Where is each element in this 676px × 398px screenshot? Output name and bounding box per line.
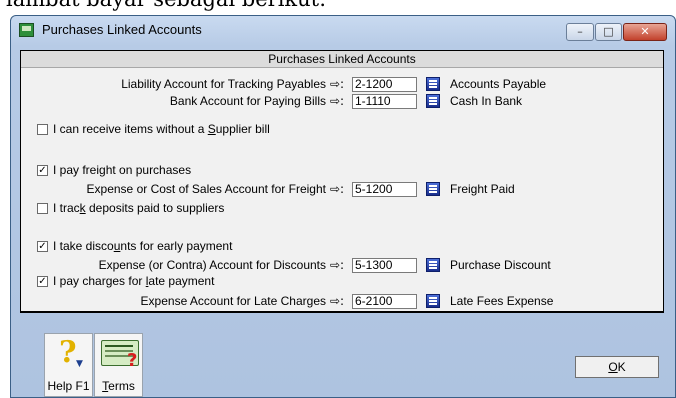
late-charges-account-field[interactable]: 6-2100 xyxy=(352,294,417,309)
bank-account-name: Cash In Bank xyxy=(450,94,523,108)
content-frame: Purchases Linked Accounts Liability Acco… xyxy=(20,50,664,313)
freight-label: Expense or Cost of Sales Account for Fre… xyxy=(86,182,326,196)
arrow-icon: ⇨: xyxy=(330,94,345,108)
list-lookup-icon[interactable] xyxy=(426,294,440,308)
late-charges-label: Expense Account for Late Charges xyxy=(140,294,326,308)
maximize-button[interactable]: □ xyxy=(595,23,622,41)
track-deposits-label: I track deposits paid to suppliers xyxy=(53,201,225,215)
app-icon xyxy=(19,23,34,37)
list-lookup-icon[interactable] xyxy=(426,258,440,272)
discount-label: Expense (or Contra) Account for Discount… xyxy=(98,258,326,272)
pay-freight-label: I pay freight on purchases xyxy=(53,163,192,177)
help-button[interactable]: ? ▼ Help F1 xyxy=(44,333,93,397)
no-supplier-bill-checkbox[interactable] xyxy=(37,124,48,135)
panel-header: Purchases Linked Accounts xyxy=(21,51,663,68)
freight-account-name: Freight Paid xyxy=(450,182,515,196)
terms-button[interactable]: ? Terms xyxy=(94,333,143,397)
window-title: Purchases Linked Accounts xyxy=(42,22,202,37)
purchases-linked-accounts-window: Purchases Linked Accounts – □ ✕ Purchase… xyxy=(10,15,676,398)
ok-button[interactable]: OK xyxy=(575,356,659,378)
list-lookup-icon[interactable] xyxy=(426,77,440,91)
terms-button-label: Terms xyxy=(102,379,135,393)
arrow-icon: ⇨: xyxy=(330,294,345,308)
background-caption: lambat bayar sebagai berikut: xyxy=(6,0,326,11)
discount-account-field[interactable]: 5-1300 xyxy=(352,258,417,273)
bottom-toolbar: ? ▼ Help F1 ? Terms OK xyxy=(11,321,675,397)
question-mark-icon: ? xyxy=(127,350,138,371)
bank-label: Bank Account for Paying Bills xyxy=(169,94,326,108)
question-mark-icon: ? xyxy=(59,335,77,370)
track-deposits-checkbox[interactable] xyxy=(37,203,48,214)
dropdown-caret-icon: ▼ xyxy=(76,359,83,369)
pay-freight-checkbox[interactable]: ✓ xyxy=(37,165,48,176)
title-bar[interactable]: Purchases Linked Accounts – □ ✕ xyxy=(11,16,675,46)
take-discounts-label: I take discounts for early payment xyxy=(53,239,233,253)
liability-label: Liability Account for Tracking Payables xyxy=(121,77,326,91)
pay-late-charges-label: I pay charges for late payment xyxy=(53,274,215,288)
freight-account-field[interactable]: 5-1200 xyxy=(352,182,417,197)
late-charges-account-name: Late Fees Expense xyxy=(450,294,554,308)
bank-account-field[interactable]: 1-1110 xyxy=(352,94,417,109)
linked-accounts-panel: Purchases Linked Accounts Liability Acco… xyxy=(21,51,663,311)
list-lookup-icon[interactable] xyxy=(426,94,440,108)
list-lookup-icon[interactable] xyxy=(426,182,440,196)
arrow-icon: ⇨: xyxy=(330,182,345,196)
liability-account-field[interactable]: 2-1200 xyxy=(352,77,417,92)
discount-account-name: Purchase Discount xyxy=(450,258,551,272)
take-discounts-checkbox[interactable]: ✓ xyxy=(37,241,48,252)
help-button-label: Help F1 xyxy=(47,379,90,393)
arrow-icon: ⇨: xyxy=(330,77,345,91)
pay-late-charges-checkbox[interactable]: ✓ xyxy=(37,276,48,287)
minimize-button[interactable]: – xyxy=(566,23,594,41)
arrow-icon: ⇨: xyxy=(330,258,345,272)
liability-account-name: Accounts Payable xyxy=(450,77,547,91)
close-button[interactable]: ✕ xyxy=(623,23,667,41)
no-supplier-bill-label: I can receive items without a Supplier b… xyxy=(53,122,270,136)
